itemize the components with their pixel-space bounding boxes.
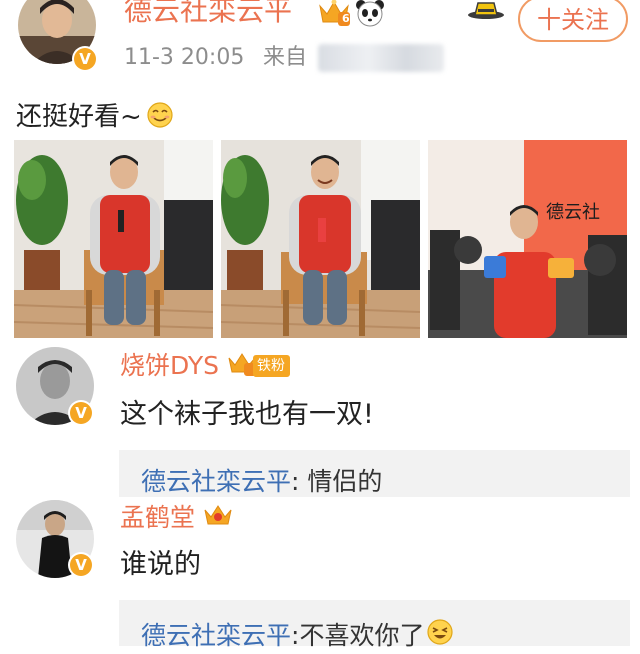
laugh-emoji-icon [426,618,454,654]
comment-2-reply-line: 德云社栾云平: 不喜欢你了 [141,618,454,654]
comment-2-reply[interactable]: 德云社栾云平: 不喜欢你了 [119,600,630,650]
comment-1-text: 这个袜子我也有一双! [120,399,374,430]
reply-separator: : [291,621,300,650]
crown-level-text: 6 [342,12,350,25]
panda-icon [354,0,386,32]
comment-1-reply[interactable]: 德云社栾云平: 情侣的 [119,450,630,497]
comment-1-reply-line: 德云社栾云平: 情侣的 [141,466,382,498]
comment-2-text: 谁说的 [120,549,201,580]
hat-badge-icon [466,0,506,24]
verified-badge-icon: V [72,46,98,72]
comment-2-author[interactable]: 孟鹤堂 [120,502,195,534]
post-photo-3[interactable]: 德云社 [428,140,627,338]
post-author-name[interactable]: 德云社栾云平 [124,0,292,28]
reply-author[interactable]: 德云社栾云平 [141,467,291,496]
iron-fan-badge: 铁粉 [253,355,291,377]
verified-badge-icon: V [68,552,94,578]
follow-button[interactable]: 十关注 [518,0,628,42]
source-redacted [318,44,444,72]
post-photo-1[interactable] [14,140,213,338]
smile-emoji-icon [146,101,174,133]
reply-author[interactable]: 德云社栾云平 [141,620,291,652]
comment-1-header: 烧饼DYS 铁粉 [120,350,291,382]
crown-icon [203,502,233,534]
post-text: 还挺好看~ [16,102,142,132]
post-text-row: 还挺好看~ [16,100,174,134]
comment-2-header: 孟鹤堂 [120,502,233,534]
comment-1-author[interactable]: 烧饼DYS [120,350,219,382]
photo-3-sign-text: 德云社 [546,202,600,223]
reply-separator: : [291,467,308,496]
post-photo-2[interactable] [221,140,420,338]
reply-text: 不喜欢你了 [299,621,425,650]
verified-badge-icon: V [68,400,94,426]
post-timestamp: 11-3 20:05 [124,45,245,70]
reply-text: 情侣的 [307,467,383,496]
post-source-label: 来自 [263,45,308,70]
